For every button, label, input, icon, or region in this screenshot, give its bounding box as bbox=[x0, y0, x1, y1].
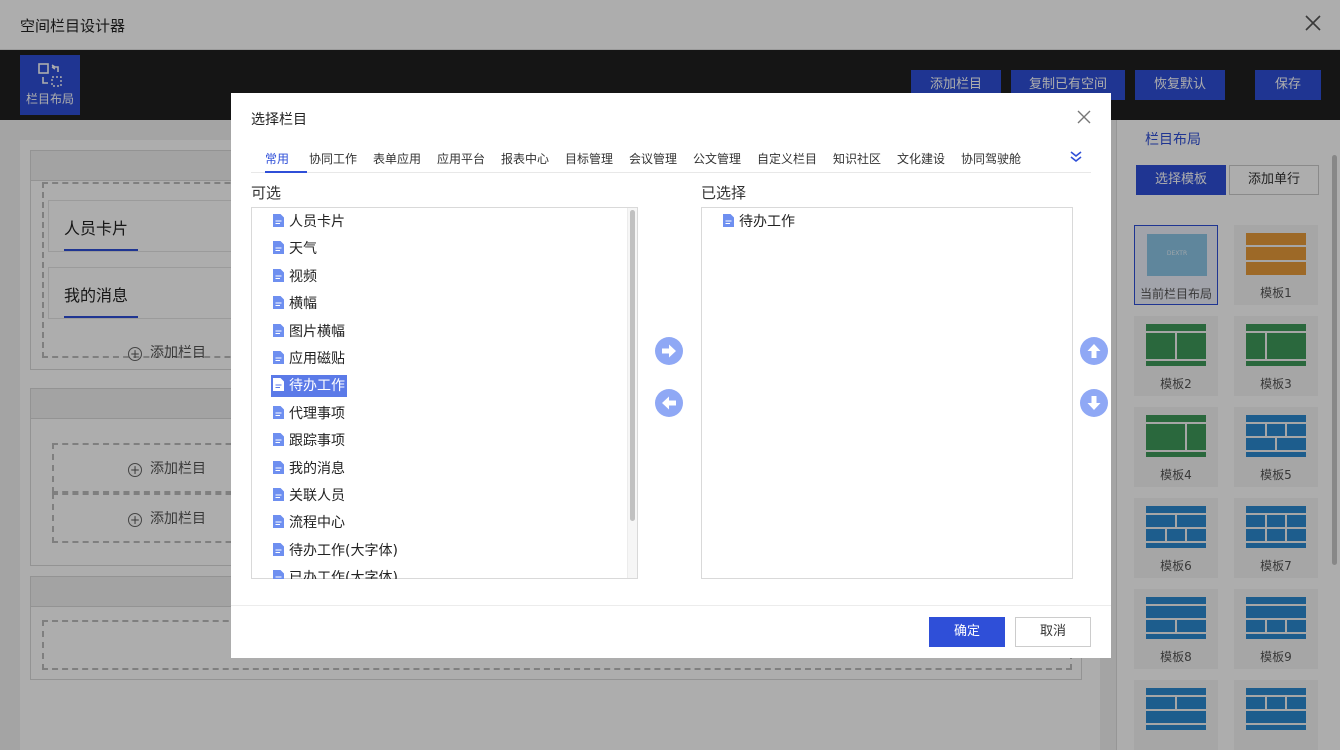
document-icon bbox=[273, 351, 284, 364]
document-icon bbox=[273, 433, 284, 447]
item-label: 待办工作 bbox=[739, 214, 795, 230]
document-icon bbox=[273, 488, 284, 501]
item-label: 关联人员 bbox=[289, 488, 345, 504]
tab-collaboration[interactable]: 协同工作 bbox=[309, 150, 357, 167]
tab-form-apps[interactable]: 表单应用 bbox=[373, 150, 421, 167]
item-label: 天气 bbox=[289, 241, 317, 258]
available-item[interactable]: 跟踪事项 bbox=[271, 430, 347, 452]
tab-document-management[interactable]: 公文管理 bbox=[693, 150, 741, 167]
item-label: 代理事项 bbox=[289, 405, 345, 422]
selected-heading: 已选择 bbox=[701, 184, 747, 202]
document-icon bbox=[273, 296, 284, 310]
tab-app-platform[interactable]: 应用平台 bbox=[437, 150, 485, 167]
tab-custom-columns[interactable]: 自定义栏目 bbox=[757, 150, 817, 167]
available-item[interactable]: 图片横幅 bbox=[271, 321, 347, 343]
available-item[interactable]: 流程中心 bbox=[271, 512, 347, 534]
available-item[interactable]: 人员卡片 bbox=[271, 211, 347, 233]
dialog-footer-divider bbox=[231, 605, 1111, 606]
list-scrollbar[interactable] bbox=[630, 210, 635, 521]
confirm-button[interactable]: 确定 bbox=[929, 617, 1005, 647]
document-icon bbox=[273, 214, 284, 227]
available-item[interactable]: 横幅 bbox=[271, 293, 319, 315]
tab-culture[interactable]: 文化建设 bbox=[897, 150, 945, 167]
active-tab-indicator bbox=[265, 171, 307, 173]
available-item[interactable]: 我的消息 bbox=[271, 458, 347, 480]
document-icon bbox=[273, 241, 284, 255]
item-label: 已办工作(大字体) bbox=[289, 570, 398, 579]
document-icon bbox=[273, 542, 284, 556]
item-label: 跟踪事项 bbox=[289, 433, 345, 450]
tab-report-center[interactable]: 报表中心 bbox=[501, 150, 549, 167]
item-label: 应用磁贴 bbox=[289, 351, 345, 367]
dialog-title: 选择栏目 bbox=[251, 112, 307, 128]
tab-goal-management[interactable]: 目标管理 bbox=[565, 150, 613, 167]
available-item[interactable]: 天气 bbox=[271, 238, 319, 260]
item-label: 人员卡片 bbox=[289, 214, 345, 230]
item-label: 流程中心 bbox=[289, 515, 345, 532]
cancel-button[interactable]: 取消 bbox=[1015, 617, 1091, 647]
item-label: 待办工作 bbox=[289, 378, 345, 395]
tab-cockpit[interactable]: 协同驾驶舱 bbox=[961, 150, 1021, 167]
item-label: 图片横幅 bbox=[289, 323, 345, 340]
document-icon bbox=[273, 570, 284, 579]
selected-item[interactable]: 待办工作 bbox=[721, 211, 797, 233]
item-label: 横幅 bbox=[289, 296, 317, 313]
document-icon bbox=[273, 460, 284, 474]
arrow-right-icon[interactable] bbox=[654, 336, 684, 366]
arrow-down-icon[interactable] bbox=[1079, 388, 1109, 418]
document-icon bbox=[273, 323, 284, 337]
tab-common[interactable]: 常用 bbox=[265, 150, 289, 167]
select-column-dialog: 选择栏目 常用 协同工作 表单应用 应用平台 报表中心 目标管理 会议管理 公文… bbox=[231, 93, 1111, 658]
available-item[interactable]: 应用磁贴 bbox=[271, 348, 347, 370]
document-icon bbox=[723, 214, 734, 227]
available-heading: 可选 bbox=[251, 184, 282, 202]
available-item[interactable]: 待办工作 bbox=[271, 375, 347, 398]
document-icon bbox=[273, 405, 284, 419]
category-tabs: 常用 协同工作 表单应用 应用平台 报表中心 目标管理 会议管理 公文管理 自定… bbox=[251, 141, 1091, 173]
available-item[interactable]: 关联人员 bbox=[271, 485, 347, 507]
available-item[interactable]: 已办工作(大字体) bbox=[271, 567, 400, 579]
tab-knowledge-community[interactable]: 知识社区 bbox=[833, 150, 881, 167]
item-label: 待办工作(大字体) bbox=[289, 542, 398, 559]
item-label: 视频 bbox=[289, 268, 317, 285]
selected-items: 待办工作 bbox=[701, 207, 1073, 579]
tab-meeting-management[interactable]: 会议管理 bbox=[629, 150, 677, 167]
available-items: 人员卡片天气视频横幅图片横幅应用磁贴待办工作代理事项跟踪事项我的消息关联人员流程… bbox=[251, 207, 628, 579]
available-item[interactable]: 待办工作(大字体) bbox=[271, 540, 400, 562]
document-icon bbox=[273, 515, 284, 529]
document-icon bbox=[273, 378, 284, 392]
double-chevron-down-icon[interactable] bbox=[1069, 149, 1083, 163]
document-icon bbox=[273, 268, 284, 282]
available-item[interactable]: 视频 bbox=[271, 266, 319, 288]
close-icon[interactable] bbox=[1077, 110, 1091, 124]
arrow-left-icon[interactable] bbox=[654, 388, 684, 418]
arrow-up-icon[interactable] bbox=[1079, 336, 1109, 366]
available-item[interactable]: 代理事项 bbox=[271, 403, 347, 425]
item-label: 我的消息 bbox=[289, 460, 345, 477]
